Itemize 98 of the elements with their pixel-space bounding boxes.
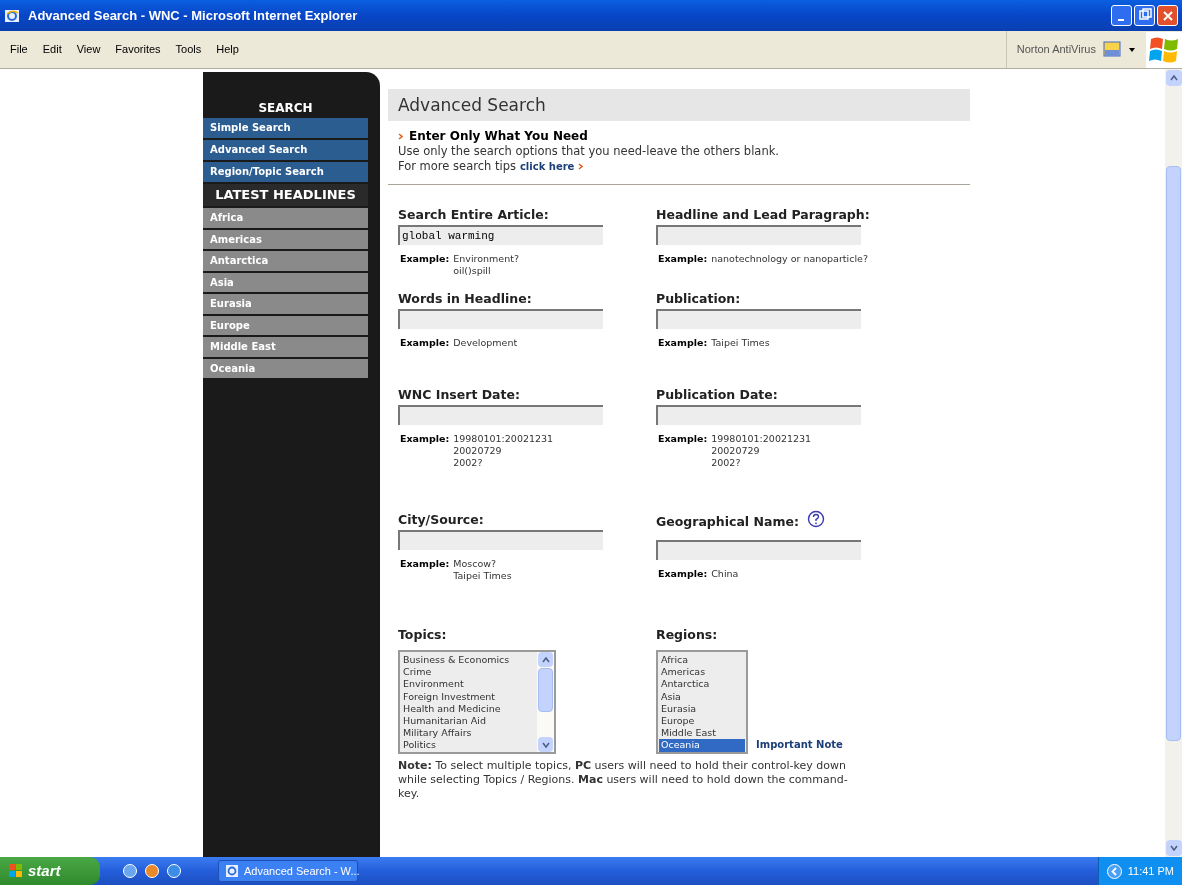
minimize-icon (1118, 18, 1125, 21)
text-field[interactable] (656, 225, 861, 245)
chevron-icon (578, 163, 584, 170)
example-text: Development (453, 337, 518, 349)
sidebar-heading: LATEST HEADLINES (203, 184, 368, 206)
list-option[interactable]: Asia (659, 690, 745, 703)
antivirus-icon[interactable] (1102, 40, 1122, 59)
menu-item[interactable]: Edit (42, 41, 62, 58)
example-text: Moscow? (453, 558, 498, 570)
sidebar-heading: SEARCH (257, 100, 314, 117)
start-button[interactable]: start (0, 857, 100, 885)
page-title: Advanced Search (388, 89, 970, 121)
list-option[interactable]: Business & Economics (401, 654, 536, 667)
menu-item[interactable]: File (10, 41, 28, 58)
example-text: China (711, 568, 739, 580)
field-label: Publication Date: (656, 386, 778, 405)
text-field[interactable] (656, 309, 861, 329)
text-field[interactable] (398, 309, 603, 329)
list-option[interactable]: Africa (659, 654, 745, 667)
example-label: Example: (658, 568, 708, 580)
tip-link[interactable]: click here (519, 159, 575, 174)
menu-item[interactable]: Help (216, 41, 239, 58)
scroll-down-button[interactable] (1165, 840, 1182, 856)
example-label: Example: (400, 337, 450, 349)
menu-item[interactable]: View (76, 41, 101, 58)
list-option[interactable]: Eurasia (659, 702, 745, 715)
example-text: 2002? (453, 457, 484, 469)
example-label: Example: (658, 337, 708, 349)
close-button[interactable] (1157, 5, 1178, 26)
tip-text: Use only the search options that you need-leave the others blank. (398, 144, 780, 159)
list-option[interactable]: Americas (659, 666, 745, 679)
tip-heading: Enter Only What You Need (409, 129, 588, 144)
list-option[interactable]: Health and Medicine (401, 702, 536, 715)
list-option[interactable]: Military Affairs (401, 727, 536, 740)
field-label: Search Entire Article: (398, 206, 549, 225)
list-option[interactable]: Foreign Investment (401, 690, 536, 703)
sidebar-link[interactable]: Advanced Search (203, 140, 368, 160)
example-label: Example: (658, 433, 708, 446)
field-label: Geographical Name: (656, 513, 799, 532)
field-label: Headline and Lead Paragraph: (656, 206, 870, 225)
list-option[interactable]: Environment (401, 678, 536, 691)
list-option[interactable]: Antarctica (659, 678, 745, 691)
clock: 11:41 PM (1127, 863, 1174, 879)
example-text: 20020729 (711, 445, 761, 457)
list-scrollbar[interactable] (537, 652, 554, 752)
expand-tray-icon[interactable] (1106, 863, 1122, 879)
window-title: Advanced Search - WNC - Microsoft Internet Explorer (28, 6, 359, 25)
example-text: 19980101:20021231 (453, 433, 554, 445)
field-label: Topics: (398, 626, 448, 644)
text-field[interactable] (656, 540, 861, 560)
text-field[interactable]: global warming (398, 225, 603, 245)
help-icon[interactable] (806, 510, 825, 528)
example-text: nanotechnology or nanoparticle? (711, 253, 868, 265)
example-text: Environment? (453, 253, 519, 265)
list-box[interactable]: Africa Americas Antarctica Asia Eurasia Europe Middle East Oceania (656, 650, 748, 754)
scroll-thumb[interactable] (1166, 166, 1181, 741)
example-text: Taipei Times (453, 570, 512, 582)
list-option[interactable]: Humanitarian Aid (401, 715, 536, 728)
example-label: Example: (658, 253, 708, 265)
menu-item[interactable]: Favorites (115, 41, 161, 58)
menu-item[interactable]: Tools (175, 41, 202, 58)
list-option[interactable]: Oceania (659, 739, 745, 752)
example-text: 19980101:20021231 (711, 433, 812, 445)
example-label: Example: (400, 558, 450, 571)
list-option[interactable]: Politics (401, 739, 536, 752)
chevron-icon (398, 133, 403, 140)
list-option[interactable]: Europe (659, 715, 745, 728)
text-field[interactable] (398, 405, 603, 425)
example-label: Example: (400, 253, 450, 266)
maximize-button[interactable] (1134, 5, 1155, 26)
field-label: WNC Insert Date: (398, 386, 520, 405)
text-field[interactable] (398, 530, 603, 550)
example-text: Taipei Times (711, 337, 770, 349)
windows-logo-icon (1146, 31, 1182, 68)
sidebar-link[interactable]: Region/Topic Search (203, 162, 368, 182)
field-label: Words in Headline: (398, 290, 532, 309)
example-label: Example: (400, 433, 450, 446)
example-text: 20020729 (453, 445, 503, 457)
text-field[interactable] (656, 405, 861, 425)
field-label: City/Source: (398, 511, 484, 530)
field-label: Regions: (656, 626, 719, 644)
minimize-button[interactable] (1111, 5, 1132, 26)
norton-toolbar-label[interactable]: Norton AntiVirus (1016, 41, 1096, 58)
important-note-link[interactable]: Important Note (756, 737, 843, 752)
list-option[interactable]: Crime (401, 666, 536, 679)
example-text: oil()spill (453, 265, 492, 277)
sidebar-link[interactable]: Simple Search (203, 118, 368, 138)
scroll-up-button[interactable] (1165, 70, 1182, 86)
taskbar-window-button[interactable]: Advanced Search - W... (218, 860, 358, 882)
dropdown-arrow-icon[interactable] (1128, 46, 1136, 53)
list-option[interactable]: Middle East (659, 727, 745, 740)
tip-text: For more search tips (398, 159, 516, 174)
windows-flag-icon (8, 863, 24, 879)
note-text: Note: To select multiple topics, PC users will need to hold their control-key down while selecting Topics / Regions. Mac users will need to hold down the command-key. (398, 759, 849, 801)
example-text: 2002? (711, 457, 742, 469)
scrollbar[interactable] (1165, 69, 1182, 857)
list-box[interactable]: Business & Economics Crime Environment Foreign Investment Health and Medicine Humanitarian Aid Military Affairs Politics (398, 650, 556, 754)
field-label: Publication: (656, 290, 741, 309)
